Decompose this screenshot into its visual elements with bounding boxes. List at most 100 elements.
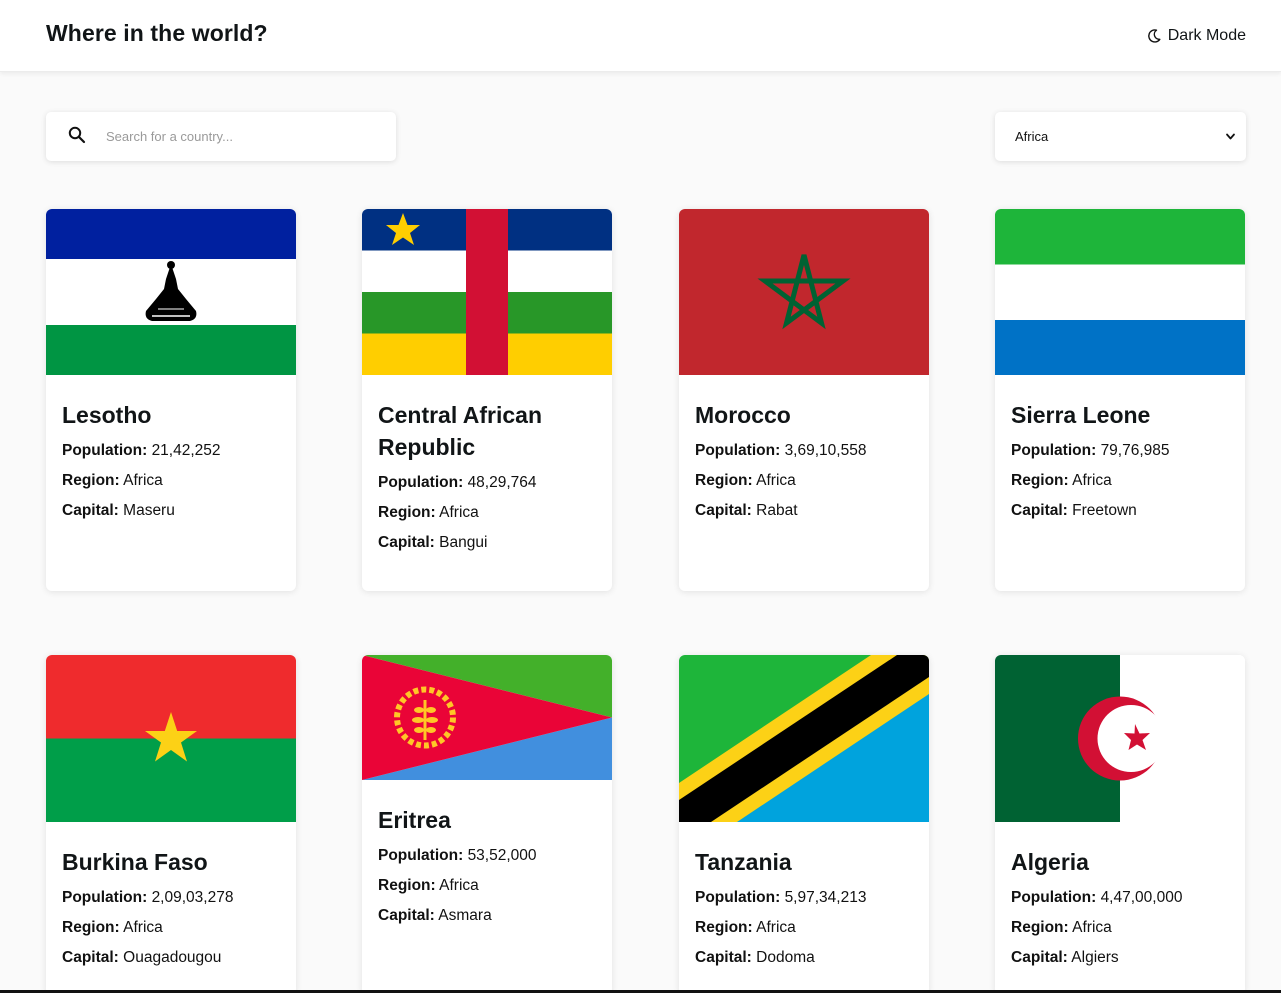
country-card[interactable]: Tanzania Population: 5,97,34,213 Region:… bbox=[679, 655, 929, 993]
region-value: Africa bbox=[1072, 919, 1112, 936]
country-card[interactable]: Algeria Population: 4,47,00,000 Region: … bbox=[995, 655, 1245, 993]
capital-value: Ouagadougou bbox=[123, 949, 222, 966]
search-input[interactable] bbox=[106, 112, 386, 161]
capital-label: Capital: bbox=[62, 502, 119, 519]
region-filter-select[interactable]: Africa bbox=[995, 112, 1246, 161]
population-line: Population: 3,69,10,558 bbox=[695, 441, 913, 461]
capital-line: Capital: Asmara bbox=[378, 906, 596, 926]
region-line: Region: Africa bbox=[1011, 471, 1229, 491]
population-label: Population: bbox=[62, 889, 148, 906]
capital-label: Capital: bbox=[695, 949, 752, 966]
capital-value: Algiers bbox=[1071, 949, 1119, 966]
population-line: Population: 4,47,00,000 bbox=[1011, 888, 1229, 908]
population-value: 3,69,10,558 bbox=[784, 442, 867, 459]
dark-mode-label: Dark Mode bbox=[1167, 27, 1246, 44]
lesotho-flag bbox=[46, 209, 296, 375]
country-name: Lesotho bbox=[62, 402, 152, 428]
algeria-flag bbox=[995, 655, 1245, 822]
region-line: Region: Africa bbox=[695, 918, 913, 938]
region-value: Africa bbox=[439, 877, 479, 894]
search-box[interactable] bbox=[46, 112, 396, 161]
region-value: Africa bbox=[1072, 472, 1112, 489]
moon-icon bbox=[1147, 29, 1161, 43]
region-line: Region: Africa bbox=[62, 471, 280, 491]
population-line: Population: 53,52,000 bbox=[378, 846, 596, 866]
country-name: Algeria bbox=[1011, 849, 1089, 875]
region-value: Africa bbox=[123, 919, 163, 936]
region-line: Region: Africa bbox=[378, 876, 596, 896]
capital-label: Capital: bbox=[1011, 502, 1068, 519]
capital-value: Maseru bbox=[123, 502, 175, 519]
tanzania-flag bbox=[679, 655, 929, 822]
capital-line: Capital: Freetown bbox=[1011, 501, 1229, 521]
country-card[interactable]: Lesotho Population: 21,42,252 Region: Af… bbox=[46, 209, 296, 591]
country-name: Morocco bbox=[695, 402, 791, 428]
capital-line: Capital: Ouagadougou bbox=[62, 948, 280, 968]
capital-value: Dodoma bbox=[756, 949, 815, 966]
population-label: Population: bbox=[378, 474, 464, 491]
region-value: Africa bbox=[439, 504, 479, 521]
country-card[interactable]: Eritrea Population: 53,52,000 Region: Af… bbox=[362, 655, 612, 993]
population-label: Population: bbox=[695, 889, 781, 906]
region-label: Region: bbox=[62, 472, 120, 489]
region-label: Region: bbox=[695, 919, 753, 936]
capital-value: Asmara bbox=[438, 907, 492, 924]
population-value: 2,09,03,278 bbox=[151, 889, 234, 906]
capital-value: Freetown bbox=[1072, 502, 1137, 519]
region-label: Region: bbox=[378, 504, 436, 521]
region-label: Region: bbox=[1011, 472, 1069, 489]
population-line: Population: 79,76,985 bbox=[1011, 441, 1229, 461]
country-name: Tanzania bbox=[695, 849, 792, 875]
region-line: Region: Africa bbox=[1011, 918, 1229, 938]
app-header: Where in the world? Dark Mode bbox=[0, 0, 1281, 72]
region-value: Africa bbox=[756, 919, 796, 936]
dark-mode-toggle[interactable]: Dark Mode bbox=[1146, 24, 1246, 48]
capital-value: Bangui bbox=[439, 534, 488, 551]
country-card[interactable]: Central African Republic Population: 48,… bbox=[362, 209, 612, 591]
search-icon bbox=[68, 126, 86, 144]
capital-line: Capital: Rabat bbox=[695, 501, 913, 521]
capital-line: Capital: Bangui bbox=[378, 533, 596, 553]
eritrea-flag bbox=[362, 655, 612, 780]
sierra-leone-flag bbox=[995, 209, 1245, 375]
region-value: Africa bbox=[756, 472, 796, 489]
population-label: Population: bbox=[1011, 889, 1097, 906]
morocco-flag bbox=[679, 209, 929, 375]
population-line: Population: 2,09,03,278 bbox=[62, 888, 280, 908]
population-label: Population: bbox=[695, 442, 781, 459]
population-line: Population: 5,97,34,213 bbox=[695, 888, 913, 908]
region-line: Region: Africa bbox=[62, 918, 280, 938]
region-filter-value: Africa bbox=[1015, 129, 1049, 144]
app-title: Where in the world? bbox=[46, 20, 268, 46]
population-value: 79,76,985 bbox=[1100, 442, 1170, 459]
region-value: Africa bbox=[123, 472, 163, 489]
country-name: Central African Republic bbox=[378, 402, 543, 460]
country-card[interactable]: Morocco Population: 3,69,10,558 Region: … bbox=[679, 209, 929, 591]
capital-label: Capital: bbox=[1011, 949, 1068, 966]
capital-line: Capital: Maseru bbox=[62, 501, 280, 521]
region-label: Region: bbox=[62, 919, 120, 936]
country-name: Sierra Leone bbox=[1011, 402, 1151, 428]
capital-label: Capital: bbox=[62, 949, 119, 966]
capital-label: Capital: bbox=[695, 502, 752, 519]
population-value: 21,42,252 bbox=[151, 442, 221, 459]
population-line: Population: 48,29,764 bbox=[378, 473, 596, 493]
region-line: Region: Africa bbox=[695, 471, 913, 491]
population-value: 4,47,00,000 bbox=[1100, 889, 1183, 906]
population-value: 48,29,764 bbox=[467, 474, 537, 491]
population-label: Population: bbox=[1011, 442, 1097, 459]
population-value: 53,52,000 bbox=[467, 847, 537, 864]
population-line: Population: 21,42,252 bbox=[62, 441, 280, 461]
country-card[interactable]: Sierra Leone Population: 79,76,985 Regio… bbox=[995, 209, 1245, 591]
region-label: Region: bbox=[1011, 919, 1069, 936]
region-label: Region: bbox=[378, 877, 436, 894]
population-label: Population: bbox=[378, 847, 464, 864]
region-label: Region: bbox=[695, 472, 753, 489]
capital-value: Rabat bbox=[756, 502, 798, 519]
country-card[interactable]: Burkina Faso Population: 2,09,03,278 Reg… bbox=[46, 655, 296, 993]
capital-label: Capital: bbox=[378, 907, 435, 924]
capital-line: Capital: Algiers bbox=[1011, 948, 1229, 968]
central-african-republic-flag bbox=[362, 209, 612, 375]
chevron-down-icon bbox=[1226, 133, 1235, 140]
capital-line: Capital: Dodoma bbox=[695, 948, 913, 968]
